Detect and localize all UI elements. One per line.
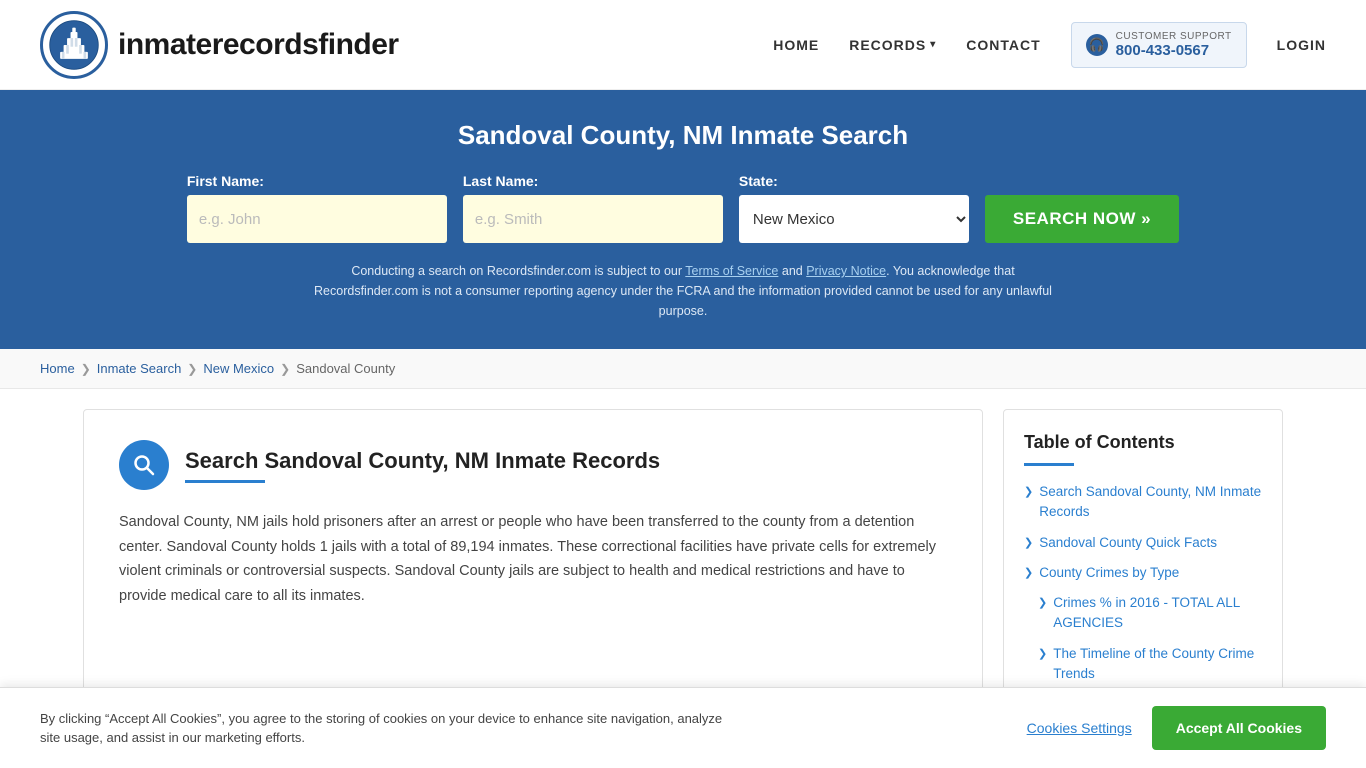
toc-divider bbox=[1024, 463, 1074, 466]
article-title-underline bbox=[185, 480, 265, 483]
cookie-accept-button[interactable]: Accept All Cookies bbox=[1152, 706, 1326, 750]
breadcrumb-new-mexico[interactable]: New Mexico bbox=[203, 361, 274, 376]
last-name-group: Last Name: bbox=[463, 173, 723, 243]
cookie-text: By clicking “Accept All Cookies”, you ag… bbox=[40, 709, 740, 748]
table-of-contents: Table of Contents ❯ Search Sandoval Coun… bbox=[1003, 409, 1283, 717]
chevron-right-icon-5: ❯ bbox=[1038, 647, 1047, 660]
nav-records[interactable]: RECORDS ▾ bbox=[849, 37, 936, 53]
logo-text: inmaterecordsfinder bbox=[118, 28, 399, 62]
breadcrumb: Home ❯ Inmate Search ❯ New Mexico ❯ Sand… bbox=[0, 349, 1366, 389]
cookie-settings-button[interactable]: Cookies Settings bbox=[1027, 720, 1132, 736]
article-title-wrap: Search Sandoval County, NM Inmate Record… bbox=[185, 448, 660, 483]
hero-title: Sandoval County, NM Inmate Search bbox=[40, 120, 1326, 151]
chevron-right-icon: ❯ bbox=[1024, 485, 1033, 498]
toc-item-2[interactable]: ❯ Sandoval County Quick Facts bbox=[1024, 533, 1262, 553]
logo[interactable]: inmaterecordsfinder bbox=[40, 11, 399, 79]
chevron-right-icon-2: ❯ bbox=[1024, 536, 1033, 549]
privacy-link[interactable]: Privacy Notice bbox=[806, 264, 886, 278]
site-header: inmaterecordsfinder HOME RECORDS ▾ CONTA… bbox=[0, 0, 1366, 90]
last-name-input[interactable] bbox=[463, 195, 723, 243]
hero-section: Sandoval County, NM Inmate Search First … bbox=[0, 90, 1366, 349]
toc-link-3[interactable]: County Crimes by Type bbox=[1039, 563, 1179, 583]
chevron-down-icon: ▾ bbox=[930, 39, 936, 50]
first-name-label: First Name: bbox=[187, 173, 264, 189]
chevron-right-icon-3: ❯ bbox=[1024, 566, 1033, 579]
toc-link-5[interactable]: The Timeline of the County Crime Trends bbox=[1053, 644, 1262, 685]
toc-title: Table of Contents bbox=[1024, 432, 1262, 453]
main-content: Search Sandoval County, NM Inmate Record… bbox=[43, 389, 1323, 737]
first-name-input[interactable] bbox=[187, 195, 447, 243]
toc-link-2[interactable]: Sandoval County Quick Facts bbox=[1039, 533, 1217, 553]
main-nav: HOME RECORDS ▾ CONTACT 🎧 CUSTOMER SUPPOR… bbox=[773, 22, 1326, 68]
article-title: Search Sandoval County, NM Inmate Record… bbox=[185, 448, 660, 474]
state-select[interactable]: New Mexico Alabama Alaska Arizona Califo… bbox=[739, 195, 969, 243]
article-header: Search Sandoval County, NM Inmate Record… bbox=[119, 440, 947, 490]
first-name-group: First Name: bbox=[187, 173, 447, 243]
chevron-right-icon-4: ❯ bbox=[1038, 596, 1047, 609]
customer-support[interactable]: 🎧 CUSTOMER SUPPORT 800-433-0567 bbox=[1071, 22, 1247, 68]
breadcrumb-sep-3: ❯ bbox=[280, 362, 290, 376]
search-button[interactable]: SEARCH NOW » bbox=[985, 195, 1179, 243]
nav-login[interactable]: LOGIN bbox=[1277, 37, 1326, 53]
breadcrumb-home[interactable]: Home bbox=[40, 361, 75, 376]
hero-disclaimer: Conducting a search on Recordsfinder.com… bbox=[308, 261, 1058, 321]
nav-home[interactable]: HOME bbox=[773, 37, 819, 53]
breadcrumb-inmate-search[interactable]: Inmate Search bbox=[97, 361, 182, 376]
toc-link-4[interactable]: Crimes % in 2016 - TOTAL ALL AGENCIES bbox=[1053, 593, 1262, 634]
breadcrumb-sep-1: ❯ bbox=[81, 362, 91, 376]
support-info: CUSTOMER SUPPORT 800-433-0567 bbox=[1116, 31, 1232, 59]
toc-item-3[interactable]: ❯ County Crimes by Type bbox=[1024, 563, 1262, 583]
cookie-banner: By clicking “Accept All Cookies”, you ag… bbox=[0, 687, 1366, 768]
toc-link-1[interactable]: Search Sandoval County, NM Inmate Record… bbox=[1039, 482, 1262, 523]
search-icon bbox=[119, 440, 169, 490]
state-group: State: New Mexico Alabama Alaska Arizona… bbox=[739, 173, 969, 243]
search-form: First Name: Last Name: State: New Mexico… bbox=[40, 173, 1326, 243]
breadcrumb-current: Sandoval County bbox=[296, 361, 395, 376]
terms-link[interactable]: Terms of Service bbox=[685, 264, 778, 278]
toc-item-1[interactable]: ❯ Search Sandoval County, NM Inmate Reco… bbox=[1024, 482, 1262, 523]
cookie-actions: Cookies Settings Accept All Cookies bbox=[1027, 706, 1326, 750]
article-body: Sandoval County, NM jails hold prisoners… bbox=[119, 510, 947, 609]
logo-icon bbox=[40, 11, 108, 79]
breadcrumb-sep-2: ❯ bbox=[187, 362, 197, 376]
headset-icon: 🎧 bbox=[1086, 34, 1108, 56]
last-name-label: Last Name: bbox=[463, 173, 538, 189]
article: Search Sandoval County, NM Inmate Record… bbox=[83, 409, 983, 717]
state-label: State: bbox=[739, 173, 778, 189]
toc-item-4[interactable]: ❯ Crimes % in 2016 - TOTAL ALL AGENCIES bbox=[1038, 593, 1262, 634]
toc-item-5[interactable]: ❯ The Timeline of the County Crime Trend… bbox=[1038, 644, 1262, 685]
nav-contact[interactable]: CONTACT bbox=[966, 37, 1040, 53]
